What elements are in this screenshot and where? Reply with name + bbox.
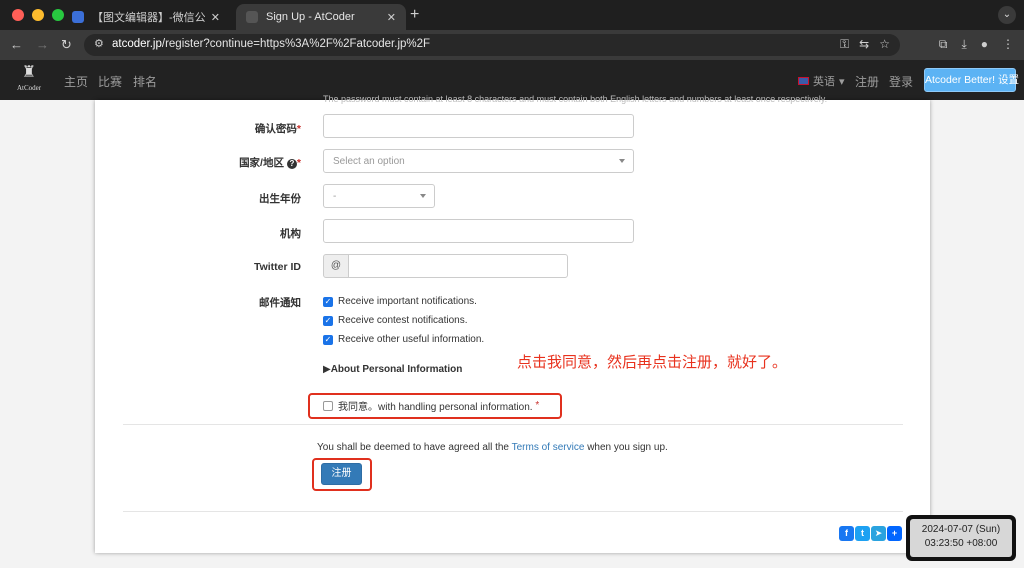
twitter-id-label: Twitter ID	[253, 261, 301, 273]
affiliation-input[interactable]	[323, 219, 634, 243]
window-controls	[12, 9, 64, 21]
help-question-icon[interactable]: ?	[286, 159, 297, 169]
address-bar[interactable]: ⚙ atcoder.jp/register?continue=https%3A%…	[84, 34, 900, 56]
select-caret-icon	[619, 159, 625, 163]
browser-tab-bar: 【图文编辑器】-微信公众号图 ✕ Sign Up - AtCoder ✕ + ⌄	[0, 0, 1024, 30]
language-dropdown[interactable]: 英语 ▾	[798, 73, 845, 89]
checkmark-icon[interactable]: ✓	[323, 296, 333, 307]
clock-date: 2024-07-07 (Sun)	[921, 524, 1001, 535]
caret-down-icon: ▾	[839, 75, 845, 88]
nav-link-rankings[interactable]: 排名	[133, 73, 157, 90]
agree-personal-info-checkbox[interactable]: 我同意。with handling personal information. …	[323, 398, 539, 413]
minimize-window-button[interactable]	[32, 9, 44, 21]
browser-menu-icon[interactable]: ⋮	[1002, 37, 1014, 52]
atcoder-logo[interactable]: ♜ AtCoder	[10, 63, 48, 97]
notify-other-checkbox[interactable]: ✓ Receive other useful information.	[323, 334, 484, 345]
signup-form-panel: The password must contain at least 8 cha…	[95, 94, 930, 553]
telegram-icon[interactable]: ➤	[871, 526, 886, 541]
browser-tab-atcoder-signup[interactable]: Sign Up - AtCoder ✕	[236, 4, 406, 30]
profile-avatar-icon[interactable]: ●	[981, 37, 988, 52]
notify-contest-checkbox[interactable]: ✓ Receive contest notifications.	[323, 315, 468, 326]
nav-register-link[interactable]: 注册	[855, 73, 879, 90]
clock-time: 03:23:50 +08:00	[924, 538, 998, 549]
download-icon[interactable]: ⤓	[961, 37, 966, 52]
close-window-button[interactable]	[12, 9, 24, 21]
browser-tab-wechat-editor[interactable]: 【图文编辑器】-微信公众号图 ✕	[62, 4, 230, 30]
clock-widget: 2024-07-07 (Sun) 03:23:50 +08:00	[906, 515, 1016, 561]
email-notification-label: 邮件通知	[259, 297, 301, 309]
twitter-icon[interactable]: t	[855, 526, 870, 541]
password-hint-cutoff: The password must contain at least 8 cha…	[323, 94, 828, 104]
share-buttons: f t ➤ +	[839, 526, 902, 541]
country-label: 国家/地区 ? *	[239, 157, 301, 169]
share-more-icon[interactable]: +	[887, 526, 902, 541]
nav-link-contests[interactable]: 比赛	[98, 73, 122, 90]
twitter-id-input[interactable]	[348, 254, 568, 278]
extensions-puzzle-icon[interactable]: ⧉	[939, 37, 948, 52]
country-select[interactable]: Select an option	[323, 149, 634, 173]
browser-toolbar: ← → ↻ ⚙ atcoder.jp/register?continue=htt…	[0, 30, 1024, 60]
birth-year-select[interactable]: -	[323, 184, 435, 208]
uk-flag-icon	[798, 77, 809, 85]
birth-year-label: 出生年份	[259, 193, 301, 205]
twitter-at-prefix: @	[323, 254, 349, 278]
about-personal-information-toggle[interactable]: ▶About Personal Information	[323, 364, 462, 375]
checkmark-icon[interactable]: ✓	[323, 334, 333, 345]
checkbox-box[interactable]	[323, 400, 333, 411]
tab-title: 【图文编辑器】-微信公众号图	[92, 12, 205, 24]
atcoder-crest-icon: ♜	[21, 64, 37, 81]
select-caret-icon	[420, 194, 426, 198]
divider	[123, 424, 903, 425]
signup-submit-button[interactable]: 注册	[321, 463, 362, 485]
wechat-editor-favicon-icon	[72, 11, 84, 23]
translate-icon[interactable]: ⇆	[859, 37, 869, 52]
notify-important-checkbox[interactable]: ✓ Receive important notifications.	[323, 296, 477, 307]
bookmark-star-icon[interactable]: ☆	[879, 37, 890, 52]
url-text[interactable]: atcoder.jp/register?continue=https%3A%2F…	[112, 38, 430, 50]
terms-notice: You shall be deemed to have agreed all t…	[317, 442, 668, 453]
confirm-password-input[interactable]	[323, 114, 634, 138]
forward-arrow-icon[interactable]: →	[36, 37, 49, 52]
annotation-note: 点击我同意，然后再点击注册，就好了。	[517, 354, 788, 371]
terms-of-service-link[interactable]: Terms of service	[512, 442, 585, 453]
affiliation-label: 机构	[280, 228, 301, 240]
reload-icon[interactable]: ↻	[61, 37, 72, 53]
password-key-icon[interactable]: ⚿	[840, 37, 849, 52]
back-arrow-icon[interactable]: ←	[10, 37, 23, 52]
nav-link-home[interactable]: 主页	[64, 73, 88, 90]
new-tab-button[interactable]: +	[410, 6, 419, 24]
nav-login-link[interactable]: 登录	[889, 73, 913, 90]
close-tab-icon[interactable]: ✕	[211, 11, 220, 24]
site-settings-icon[interactable]: ⚙	[94, 37, 104, 50]
atcoder-favicon-icon	[246, 11, 258, 23]
tab-search-chevron-icon[interactable]: ⌄	[998, 6, 1016, 24]
checkmark-icon[interactable]: ✓	[323, 315, 333, 326]
confirm-password-label: 确认密码*	[254, 123, 301, 135]
atcoder-better-settings-button[interactable]: Atcoder Better! 设置	[924, 68, 1019, 92]
tab-title: Sign Up - AtCoder	[266, 11, 355, 23]
close-tab-icon[interactable]: ✕	[387, 11, 396, 24]
facebook-icon[interactable]: f	[839, 526, 854, 541]
divider	[123, 511, 903, 512]
